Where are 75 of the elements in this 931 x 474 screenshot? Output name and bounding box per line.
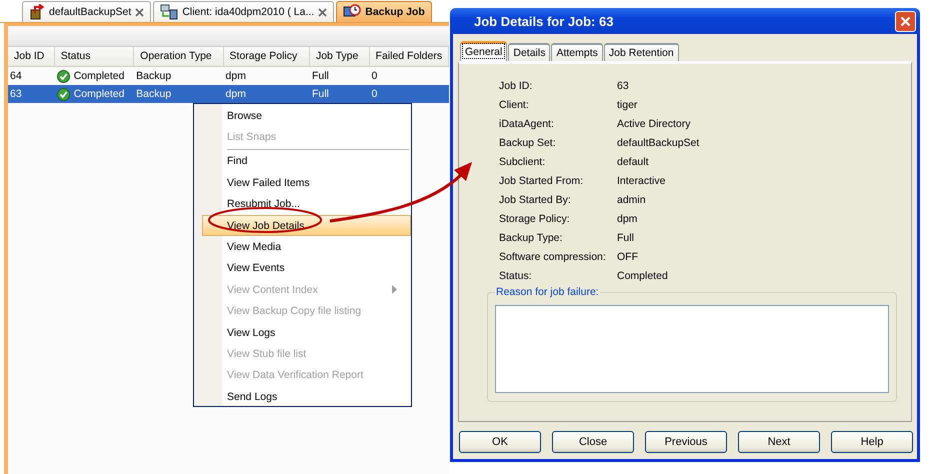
table-cell: Completed bbox=[74, 70, 124, 82]
column-header[interactable]: Status bbox=[54, 47, 134, 66]
dialog-tab[interactable]: Details bbox=[508, 43, 550, 61]
table-row[interactable]: 64 Completed Backup dpm Full 0 bbox=[8, 67, 449, 85]
field-value: defaultBackupSet bbox=[617, 137, 700, 150]
tab[interactable]: Backup Job bbox=[336, 1, 432, 22]
table-cell: 0 bbox=[372, 88, 378, 100]
close-icon bbox=[900, 16, 911, 26]
table-cell: Full bbox=[312, 88, 329, 100]
window-title: Job Details for Job: 63 bbox=[474, 14, 614, 28]
group-label: Reason for job failure: bbox=[495, 286, 600, 298]
submenu-arrow-icon bbox=[392, 285, 397, 294]
field-value: default bbox=[617, 156, 650, 169]
table-cell: 0 bbox=[372, 70, 378, 82]
menu-item[interactable]: View Job Details bbox=[202, 214, 411, 236]
table-row[interactable]: 63 Completed Backup dpm Full 0 bbox=[8, 85, 449, 103]
field-label: Storage Policy: bbox=[499, 213, 571, 226]
tab[interactable]: Client: ida40dpm2010 ( La... bbox=[153, 1, 334, 22]
column-header[interactable]: Failed Folders bbox=[370, 47, 449, 66]
table-cell: Completed bbox=[74, 88, 124, 100]
field-value: Completed bbox=[617, 270, 669, 283]
field-label: Software compression: bbox=[499, 251, 607, 264]
field-label: Job Started By: bbox=[499, 194, 572, 207]
dialog-tab[interactable]: Attempts bbox=[551, 43, 603, 61]
table-cell: Backup bbox=[136, 70, 172, 82]
close-icon[interactable] bbox=[135, 8, 144, 16]
menu-item[interactable]: View Events bbox=[194, 258, 411, 280]
tab[interactable]: defaultBackupSet bbox=[22, 1, 152, 22]
column-header[interactable]: Job Type bbox=[310, 47, 370, 66]
dialog-button[interactable]: OK bbox=[459, 431, 541, 453]
table-cell: dpm bbox=[226, 70, 246, 82]
table-cell: Backup bbox=[136, 88, 172, 100]
dialog-tab[interactable]: General bbox=[460, 41, 508, 61]
table-cell: dpm bbox=[226, 88, 246, 100]
field-value: 63 bbox=[617, 80, 630, 93]
menu-item[interactable]: Browse bbox=[194, 105, 411, 126]
menu-item[interactable]: Find bbox=[194, 150, 411, 172]
menu-item[interactable]: View Logs bbox=[194, 322, 411, 344]
dialog-button[interactable]: Close bbox=[552, 431, 634, 453]
field-label: Client: bbox=[499, 99, 530, 112]
close-icon[interactable] bbox=[318, 8, 328, 16]
menu-item[interactable]: View Failed Items bbox=[194, 172, 411, 194]
field-label: Subclient: bbox=[499, 156, 546, 169]
table-cell: 63 bbox=[10, 88, 22, 100]
dialog-button[interactable]: Previous bbox=[645, 431, 727, 453]
field-label: Job Started From: bbox=[499, 175, 584, 188]
field-value: Full bbox=[617, 232, 635, 245]
column-header[interactable]: Storage Policy bbox=[224, 47, 310, 66]
check-icon bbox=[56, 88, 70, 100]
field-label: Backup Set: bbox=[499, 137, 557, 150]
field-label: Status: bbox=[499, 270, 533, 283]
field-value: dpm bbox=[617, 213, 638, 226]
dialog-button[interactable]: Help bbox=[831, 431, 913, 453]
field-label: Backup Type: bbox=[499, 232, 564, 245]
menu-item[interactable]: Resubmit Job... bbox=[194, 194, 411, 215]
table-cell: 64 bbox=[10, 70, 22, 82]
column-header[interactable]: Job ID bbox=[8, 47, 55, 66]
folder-arrow-icon bbox=[29, 4, 45, 20]
reason-text-area[interactable] bbox=[495, 305, 889, 393]
check-icon bbox=[56, 70, 70, 82]
dialog-button[interactable]: Next bbox=[738, 431, 820, 453]
column-header[interactable]: Operation Type bbox=[134, 47, 224, 66]
field-value: admin bbox=[617, 194, 647, 207]
computer-icon bbox=[160, 4, 178, 20]
field-value: tiger bbox=[617, 99, 638, 112]
field-label: iDataAgent: bbox=[499, 118, 555, 131]
table-cell: Full bbox=[312, 70, 329, 82]
field-value: Interactive bbox=[617, 175, 666, 188]
field-value: Active Directory bbox=[617, 118, 692, 131]
close-button[interactable] bbox=[895, 10, 916, 32]
menu-item[interactable]: View Media bbox=[194, 236, 411, 258]
field-label: Job ID: bbox=[499, 80, 534, 93]
dialog-tab[interactable]: Job Retention bbox=[604, 43, 679, 61]
menu-item[interactable]: Send Logs bbox=[194, 386, 411, 408]
field-value: OFF bbox=[617, 251, 639, 264]
